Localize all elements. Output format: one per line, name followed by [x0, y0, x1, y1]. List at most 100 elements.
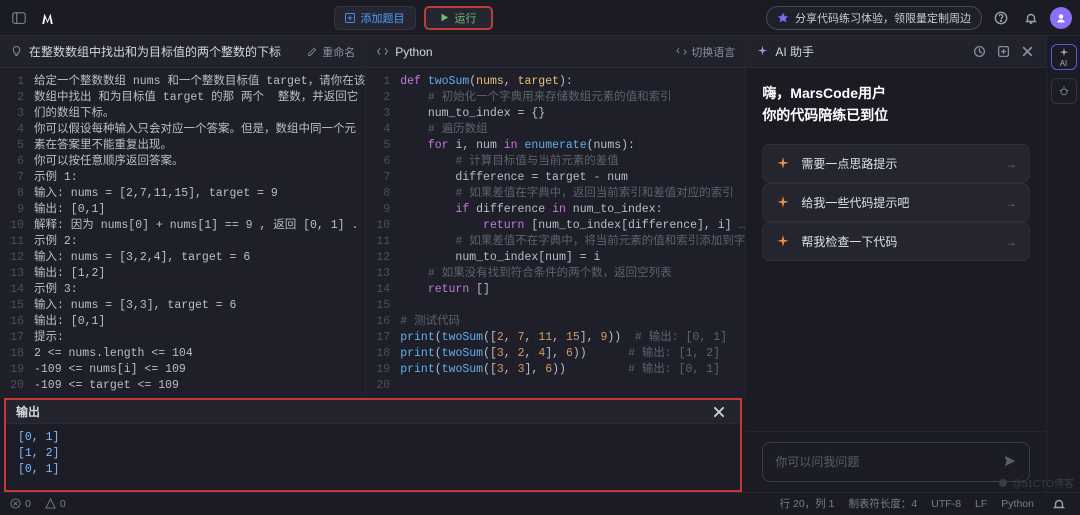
close-ai-button[interactable]: [1018, 43, 1036, 61]
problem-line: 9输出: [0,1]: [0, 202, 365, 218]
problem-line: 11示例 2:: [0, 234, 365, 250]
code-line: 7 difference = target - num: [366, 170, 745, 186]
status-bell-icon[interactable]: [1048, 493, 1070, 515]
problem-line: 1给定一个整数数组 nums 和一个整数目标值 target，请你在该: [0, 74, 365, 90]
output-panel: 输出 [0, 1][1, 2][0, 1]: [4, 398, 742, 492]
status-encoding[interactable]: UTF-8: [931, 498, 961, 510]
announcement-text: 分享代码练习体验，领限量定制周边: [795, 10, 971, 26]
run-label: 运行: [455, 10, 477, 26]
sparkle-icon: [756, 45, 769, 58]
code-icon: [376, 45, 389, 58]
problem-line: 15输入: nums = [3,3], target = 6: [0, 298, 365, 314]
problem-line: 13输出: [1,2]: [0, 266, 365, 282]
output-title: 输出: [16, 403, 708, 420]
problem-line: 8输入: nums = [2,7,11,15], target = 9: [0, 186, 365, 202]
avatar[interactable]: [1050, 7, 1072, 29]
ai-body: 嗨，MarsCode用户 你的代码陪练已到位 需要一点思路提示→给我一些代码提示…: [746, 68, 1046, 431]
history-icon[interactable]: [970, 43, 988, 61]
ai-suggestion-text: 需要一点思路提示: [801, 155, 897, 172]
announcement-pill[interactable]: 分享代码练习体验，领限量定制周边: [766, 6, 982, 30]
close-output-button[interactable]: [708, 401, 730, 423]
problem-line: 20-109 <= target <= 109: [0, 378, 365, 394]
editor-language: Python: [395, 45, 432, 59]
problem-line: 10解释: 因为 nums[0] + nums[1] == 9 , 返回 [0,…: [0, 218, 365, 234]
code-line: 15: [366, 298, 745, 314]
code-editor[interactable]: 1def twoSum(nums, target):2 # 初始化一个字典用来存…: [366, 68, 745, 398]
problem-line: 6你可以按任意顺序返回答案。: [0, 154, 365, 170]
ai-suggestion-text: 给我一些代码提示吧: [801, 194, 909, 211]
ai-suggestion[interactable]: 需要一点思路提示 →: [762, 144, 1030, 183]
ai-greeting: 嗨，MarsCode用户 你的代码陪练已到位: [762, 82, 1030, 126]
status-tab[interactable]: 制表符长度：4: [848, 496, 917, 511]
output-line: [1, 2]: [18, 446, 728, 462]
code-line: 8 # 如果差值在字典中，返回当前索引和差值对应的索引: [366, 186, 745, 202]
ai-header: AI 助手: [746, 36, 1046, 68]
problem-header: 在整数数组中找出和为目标值的两个整数的下标 重命名: [0, 36, 365, 68]
problem-line: 17提示:: [0, 330, 365, 346]
help-icon[interactable]: [990, 7, 1012, 29]
add-problem-button[interactable]: 添加题目: [334, 6, 416, 30]
code-line: 1def twoSum(nums, target):: [366, 74, 745, 90]
ai-title: AI 助手: [775, 43, 814, 60]
sparkle-icon: [775, 234, 791, 250]
status-warnings[interactable]: 0: [45, 498, 66, 510]
statusbar: 0 0 行 20，列 1 制表符长度：4 UTF-8 LF Python: [0, 492, 1080, 514]
ai-suggestion-text: 帮我检查一下代码: [801, 233, 897, 250]
code-line: 5 for i, num in enumerate(nums):: [366, 138, 745, 154]
app-logo: [38, 7, 60, 29]
add-problem-label: 添加题目: [361, 10, 405, 26]
ai-input[interactable]: [762, 442, 1030, 482]
ai-suggestion[interactable]: 给我一些代码提示吧 →: [762, 183, 1030, 222]
lightbulb-icon: [10, 45, 23, 58]
switch-language-button[interactable]: 切换语言: [676, 44, 735, 60]
code-line: 17print(twoSum([2, 7, 11, 15], 9)) # 输出:…: [366, 330, 745, 346]
problem-line: 2数组中找出 和为目标值 target 的那 两个 整数，并返回它: [0, 90, 365, 106]
panel-toggle-left[interactable]: [8, 7, 30, 29]
run-button[interactable]: 运行: [424, 6, 493, 30]
code-line: 13 # 如果没有找到符合条件的两个数，返回空列表: [366, 266, 745, 282]
code-line: 9 if difference in num_to_index:: [366, 202, 745, 218]
ai-input-field[interactable]: [775, 455, 1003, 469]
status-eol[interactable]: LF: [975, 498, 987, 510]
code-line: 6 # 计算目标值与当前元素的差值: [366, 154, 745, 170]
rename-button[interactable]: 重命名: [307, 44, 355, 60]
arrow-right-icon: →: [1005, 235, 1017, 249]
output-line: [0, 1]: [18, 462, 728, 478]
code-line: 10 return [num_to_index[difference], i] …: [366, 218, 745, 234]
code-line: 20: [366, 378, 745, 394]
code-line: 16# 测试代码: [366, 314, 745, 330]
code-line: 2 # 初始化一个字典用来存储数组元素的值和索引: [366, 90, 745, 106]
output-body: [0, 1][1, 2][0, 1]: [6, 424, 740, 490]
arrow-right-icon: →: [1005, 157, 1017, 171]
code-line: 12 num_to_index[num] = i: [366, 250, 745, 266]
status-lang[interactable]: Python: [1001, 498, 1034, 510]
code-line: 3 num_to_index = {}: [366, 106, 745, 122]
problem-line: 182 <= nums.length <= 104: [0, 346, 365, 362]
arrow-right-icon: →: [1005, 196, 1017, 210]
ai-suggestion[interactable]: 帮我检查一下代码 →: [762, 222, 1030, 261]
problem-line: 4你可以假设每种输入只会对应一个答案。但是，数组中同一个元: [0, 122, 365, 138]
output-line: [0, 1]: [18, 430, 728, 446]
code-line: 4 # 遍历数组: [366, 122, 745, 138]
rail-bug-icon[interactable]: [1051, 78, 1077, 104]
new-chat-icon[interactable]: [994, 43, 1012, 61]
problem-description[interactable]: 1给定一个整数数组 nums 和一个整数目标值 target，请你在该2数组中找…: [0, 68, 365, 398]
watermark: @51CTO博客: [998, 475, 1074, 490]
sparkle-icon: [775, 156, 791, 172]
problem-line: 3们的数组下标。: [0, 106, 365, 122]
sparkle-icon: [775, 195, 791, 211]
status-errors[interactable]: 0: [10, 498, 31, 510]
problem-title: 在整数数组中找出和为目标值的两个整数的下标: [29, 43, 281, 60]
bell-icon[interactable]: [1020, 7, 1042, 29]
problem-line: 7示例 1:: [0, 170, 365, 186]
problem-line: 14示例 3:: [0, 282, 365, 298]
code-line: 19print(twoSum([3, 3], 6)) # 输出: [0, 1]: [366, 362, 745, 378]
send-icon[interactable]: [1003, 454, 1017, 471]
status-cursor[interactable]: 行 20，列 1: [780, 496, 835, 511]
problem-line: 19-109 <= nums[i] <= 109: [0, 362, 365, 378]
right-rail: AI: [1046, 36, 1080, 492]
rail-ai[interactable]: AI: [1051, 44, 1077, 70]
code-line: 18print(twoSum([3, 2, 4], 6)) # 输出: [1, …: [366, 346, 745, 362]
problem-line: 12输入: nums = [3,2,4], target = 6: [0, 250, 365, 266]
topbar: 添加题目 运行 分享代码练习体验，领限量定制周边: [0, 0, 1080, 36]
